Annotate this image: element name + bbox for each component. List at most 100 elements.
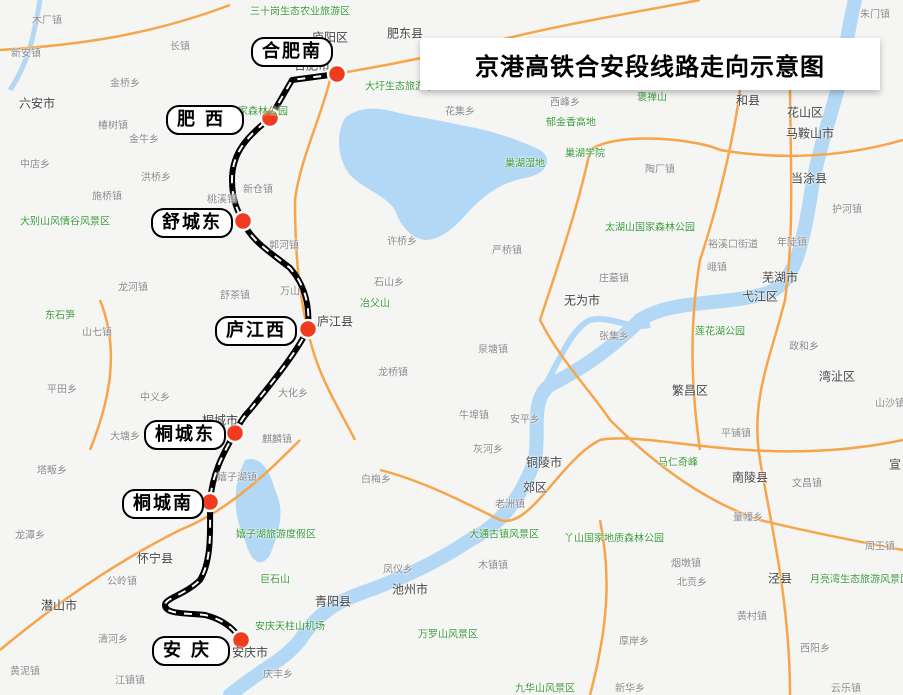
city-label: 铜陵市 [525,455,563,470]
city-label: 无为市 [563,293,601,308]
poi-label: 大通古镇风景区 [469,529,539,541]
poi-label: 三十岗生态农业旅游区 [250,6,350,18]
station-label-anqing[interactable]: 安庆 [152,636,230,666]
station-marker[interactable] [232,210,254,232]
station-marker[interactable] [326,63,348,85]
town-label: 白梅乡 [361,474,391,486]
poi-label: 巢湖湿地 [505,158,545,170]
town-label: 公岭镇 [107,576,137,588]
poi-label: 月亮湾生态旅游风景区 [810,574,903,586]
town-label: 龙河镇 [118,282,148,294]
town-label: 椿树镇 [98,120,128,132]
poi-label: 安庆天柱山机场 [255,621,325,633]
town-label: 烟墩镇 [671,558,701,570]
poi-label: 巨石山 [260,574,290,586]
city-label: 和县 [735,93,761,108]
town-label: 山沙镇 [875,398,903,410]
station-label-tongcheng-south[interactable]: 桐城南 [122,489,204,519]
poi-label: 大别山风情谷风景区 [20,216,110,228]
town-label: 陶厂镇 [645,164,675,176]
town-label: 量幢乡 [733,512,763,524]
station-label-tongcheng-east[interactable]: 桐城东 [144,420,226,450]
town-label: 峨镇 [707,262,727,274]
town-label: 朱门镇 [860,9,890,21]
poi-label: 万罗山风景区 [418,629,478,641]
town-label: 护河镇 [832,204,862,216]
town-label: 新华乡 [615,683,645,695]
town-label: 清河乡 [98,634,128,646]
city-label: 青阳县 [314,594,352,609]
town-label: 大化乡 [278,388,308,400]
station-marker[interactable] [297,318,319,340]
town-label: 长镇 [170,41,190,53]
city-label: 潜山市 [40,598,78,613]
poi-label: 冶父山 [360,298,390,310]
poi-label: 九华山风景区 [515,683,575,695]
town-label: 许桥乡 [387,236,417,248]
town-label: 木厂镇 [32,15,62,27]
city-label: 泾县 [767,571,793,586]
town-label: 金桥乡 [110,78,140,90]
city-label: 怀宁县 [136,551,174,566]
town-label: 老洲镇 [495,499,525,511]
town-label: 泉塘镇 [478,344,508,356]
town-label: 山七镇 [82,327,112,339]
city-label: 池州市 [391,582,429,597]
town-label: 张集乡 [599,331,629,343]
town-label: 平铺镇 [721,428,751,440]
station-label-feixi[interactable]: 肥西 [166,105,244,135]
city-label: 花山区 [786,105,824,120]
city-label: 庐江县 [316,314,354,329]
town-label: 大塘乡 [110,431,140,443]
town-label: 郭河镇 [269,240,299,252]
town-label: 牛埠镇 [459,410,489,422]
town-label: 文昌镇 [792,478,822,490]
city-label: 郊区 [522,480,548,495]
town-label: 龙潭乡 [15,530,45,542]
town-label: 木镇镇 [478,560,508,572]
town-label: 严桥镇 [492,245,522,257]
town-label: 中店乡 [20,159,50,171]
station-label-hefei-south[interactable]: 合肥南 [251,37,333,67]
town-label: 施桥镇 [92,191,122,203]
town-label: 新仓镇 [243,184,273,196]
town-label: 舒茶镇 [220,290,250,302]
town-label: 江镇镇 [115,675,145,687]
town-label: 金牛乡 [129,134,159,146]
town-label: 龙桥镇 [378,367,408,379]
town-label: 洪桥乡 [141,172,171,184]
city-label: 当涂县 [790,171,828,186]
town-label: 厚岸乡 [619,636,649,648]
town-label: 嬉子湖镇 [217,472,257,484]
city-label: 马鞍山市 [785,126,835,141]
chaohu-lake [338,108,548,240]
town-label: 庄墓镇 [599,273,629,285]
poi-label: 马仁奇峰 [658,457,698,469]
city-label: 安庆市 [231,645,269,660]
station-label-shucheng-east[interactable]: 舒城东 [151,208,233,238]
poi-label: 莲花湖公园 [695,326,745,338]
poi-label: 郁金香高地 [546,117,596,129]
city-label: 肥东县 [386,26,424,41]
town-label: 新安镇 [11,48,41,60]
poi-label: 丫山国家地质森林公园 [564,533,664,545]
town-label: 政和乡 [789,341,819,353]
town-label: 桃溪镇 [207,194,237,206]
town-label: 平田乡 [47,384,77,396]
town-label: 西阳乡 [800,643,830,655]
town-label: 云乐镇 [831,683,861,695]
poi-label: 嬉子湖旅游度假区 [236,529,316,541]
station-label-lujiang-west[interactable]: 庐江西 [215,316,297,346]
poi-label: 巢湖学院 [565,148,605,160]
city-label: 芜湖市 [761,270,799,285]
town-label: 庆丰乡 [263,669,293,681]
poi-label: 太湖山国家森林公园 [605,222,695,234]
poi-label: 东石笋 [45,310,75,322]
town-label: 北贡乡 [677,577,707,589]
city-label: 宣 [888,457,902,472]
map-title: 京港高铁合安段线路走向示意图 [420,38,880,90]
town-label: 石山乡 [374,277,404,289]
town-label: 年陡镇 [777,237,807,249]
city-label: 六安市 [18,96,56,111]
city-label: 繁昌区 [671,383,709,398]
